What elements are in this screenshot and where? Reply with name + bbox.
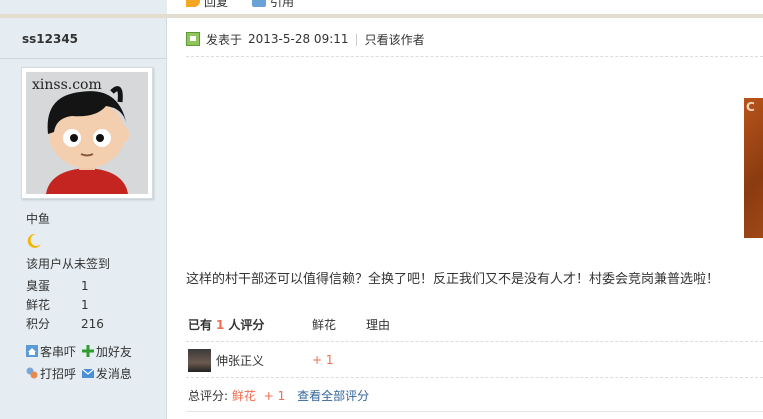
greet-button[interactable]: 打招呼 [26, 362, 76, 384]
stat-row: 臭蛋 1 [26, 277, 104, 296]
rating-divider [186, 377, 763, 378]
post-header-divider [186, 56, 763, 57]
avatar[interactable]: xinss.com [21, 67, 153, 199]
stat-value[interactable]: 1 [81, 277, 89, 296]
avatar-image: xinss.com [26, 72, 148, 194]
username[interactable]: ss12345 [22, 32, 78, 46]
total-score: + 1 [263, 389, 286, 403]
reply-action[interactable]: 回复 [186, 0, 229, 9]
sign-status: 该用户从未签到 [26, 257, 111, 271]
reply-icon [186, 0, 200, 7]
plus-icon [81, 345, 94, 357]
cartoon-boy-icon [46, 86, 129, 194]
post-body: 这样的村干部还可以值得信赖？全换了吧！反正我们又不是没有人才！村委会竞岗兼普选啦… [186, 272, 720, 287]
stat-label: 鲜花 [26, 298, 51, 312]
rating-bottom-divider [186, 411, 763, 412]
stat-label: 积分 [26, 317, 51, 331]
rating-prefix: 已有 [188, 318, 213, 332]
rater-name[interactable]: 伸张正义 [216, 352, 264, 369]
rating-header: 已有 1 人评分 鲜花 理由 [188, 316, 763, 334]
post-image[interactable]: C [744, 98, 763, 238]
send-message-label: 发消息 [95, 366, 132, 381]
user-actions: 客串吓 加好友 打招呼 发消息 [26, 340, 166, 384]
post-header: 发表于 2013-5-28 09:11 | 只看该作者 [186, 30, 425, 48]
user-rank: 中鱼 [26, 212, 51, 226]
stat-value[interactable]: 216 [81, 315, 104, 334]
home-icon [26, 345, 38, 357]
mail-icon [81, 368, 94, 378]
post-image-text: C [746, 100, 755, 114]
quote-label: 引用 [270, 0, 295, 9]
visit-home-button[interactable]: 客串吓 [26, 340, 76, 362]
add-friend-button[interactable]: 加好友 [81, 340, 132, 362]
header-separator: | [354, 32, 359, 46]
view-all-ratings-link[interactable]: 查看全部评分 [297, 389, 369, 403]
rating-total: 总评分: 鲜花 + 1 查看全部评分 [188, 387, 369, 404]
reply-label: 回复 [204, 0, 229, 9]
rater-avatar[interactable] [188, 348, 211, 372]
rater-score: + 1 [312, 353, 334, 367]
quote-action[interactable]: 引用 [252, 0, 295, 9]
greet-icon [26, 367, 38, 379]
sidebar-divider [0, 58, 166, 59]
greet-label: 打招呼 [40, 366, 77, 381]
visit-home-label: 客串吓 [40, 344, 77, 359]
posted-time: 2013-5-28 09:11 [248, 32, 349, 46]
stat-row: 鲜花 1 [26, 296, 104, 315]
rating-col-reason: 理由 [366, 318, 391, 332]
rater-row: 伸张正义 + 1 [188, 348, 763, 372]
quote-icon [252, 0, 266, 7]
stat-label: 臭蛋 [26, 279, 51, 293]
moon-icon [26, 233, 42, 252]
stat-value[interactable]: 1 [81, 296, 89, 315]
send-message-button[interactable]: 发消息 [81, 362, 132, 384]
author-sidebar: ss12345 xinss.com 中鱼 该用户从未签到 臭蛋 1 鲜花 1 积… [0, 18, 167, 419]
total-label: 总评分: [188, 389, 229, 403]
rating-count: 已有 1 人评分 [188, 316, 264, 333]
post-icon [186, 32, 200, 46]
add-friend-label: 加好友 [95, 344, 132, 359]
total-item: 鲜花 [231, 389, 256, 403]
rating-divider [186, 341, 763, 342]
rating-col-flower: 鲜花 [312, 318, 337, 332]
only-author-link[interactable]: 只看该作者 [365, 31, 425, 48]
rating-count-number: 1 [216, 318, 225, 332]
user-stats: 臭蛋 1 鲜花 1 积分 216 [26, 277, 104, 334]
posted-label: 发表于 [206, 32, 243, 47]
rating-suffix: 人评分 [228, 318, 265, 332]
stat-row: 积分 216 [26, 315, 104, 334]
